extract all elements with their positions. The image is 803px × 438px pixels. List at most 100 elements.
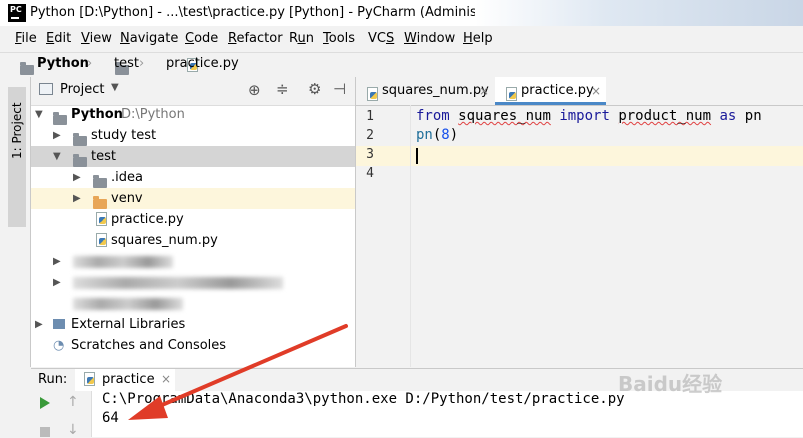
line-number: 3 xyxy=(366,147,374,162)
menu-help[interactable]: Help xyxy=(463,31,493,46)
line-number: 2 xyxy=(366,128,374,143)
menu-run[interactable]: Run xyxy=(289,31,314,46)
folder-icon xyxy=(93,196,107,209)
project-tool-tab[interactable]: 1: Project xyxy=(8,87,26,227)
tree-item-venv[interactable]: ▶ venv xyxy=(31,188,355,209)
stop-icon[interactable] xyxy=(40,427,50,437)
line-number: 1 xyxy=(366,109,374,124)
tab-label: practice.py xyxy=(521,83,594,98)
hide-panel-icon[interactable]: ⊣ xyxy=(333,80,346,98)
folder-icon xyxy=(93,175,107,188)
breadcrumb-root[interactable]: Python xyxy=(37,56,89,71)
blurred-item xyxy=(73,256,173,268)
editor-tabs: squares_num.py × practice.py × xyxy=(356,77,803,106)
breadcrumb-file[interactable]: practice.py xyxy=(166,56,239,71)
chevron-right-icon[interactable]: ▶ xyxy=(35,314,43,335)
menu-file[interactable]: File xyxy=(15,31,37,46)
title-bar-background xyxy=(475,0,803,26)
tree-item-hidden[interactable]: ▶ xyxy=(31,272,355,293)
blurred-item xyxy=(73,298,183,310)
chevron-right-icon[interactable]: ▶ xyxy=(53,251,61,272)
tab-practice[interactable]: practice.py × xyxy=(495,77,606,105)
run-panel-label: Run: xyxy=(38,372,68,387)
close-icon[interactable]: × xyxy=(479,77,489,105)
tree-item-hidden xyxy=(31,293,355,314)
run-tab[interactable]: practice × xyxy=(75,369,175,391)
run-tab-label: practice xyxy=(102,372,155,387)
tree-item-practice[interactable]: practice.py xyxy=(31,209,355,230)
tab-squares-num[interactable]: squares_num.py × xyxy=(356,77,494,105)
tab-label: squares_num.py xyxy=(382,83,489,98)
tree-item-label: venv xyxy=(111,191,143,206)
breadcrumb: Python › test › practice.py xyxy=(0,52,803,78)
code-line-1[interactable]: from squares_num import product_num as p… xyxy=(416,108,762,124)
chevron-down-icon[interactable]: ▼ xyxy=(111,82,119,93)
arrow-up-icon[interactable]: ↑ xyxy=(67,394,79,410)
line-number: 4 xyxy=(366,166,374,181)
gear-icon[interactable]: ⚙ xyxy=(308,80,321,98)
close-icon[interactable]: × xyxy=(591,77,601,105)
breadcrumb-folder[interactable]: test xyxy=(114,56,139,71)
library-icon xyxy=(53,319,65,329)
tree-item-python-root[interactable]: ▼ Python D:\Python xyxy=(31,104,355,125)
locate-file-icon[interactable]: ⊕ xyxy=(248,81,261,99)
tree-item-label: .idea xyxy=(111,170,143,185)
tree-item-label: test xyxy=(91,149,116,164)
tree-item-label: Scratches and Consoles xyxy=(71,338,227,353)
tree-item-study-test[interactable]: ▶ study test xyxy=(31,125,355,146)
blurred-item xyxy=(73,277,283,289)
tree-item-scratches[interactable]: ◔ Scratches and Consoles xyxy=(31,335,355,356)
breadcrumb-separator: › xyxy=(139,56,145,71)
chevron-right-icon[interactable]: ▶ xyxy=(73,167,81,188)
code-line-2[interactable]: pn(8) xyxy=(416,127,458,143)
menu-refactor[interactable]: Refactor xyxy=(228,31,283,46)
breadcrumb-separator: › xyxy=(87,56,93,71)
tree-item-path: D:\Python xyxy=(121,107,185,122)
python-file-icon xyxy=(505,87,517,101)
project-view-icon xyxy=(39,83,53,95)
console-line: C:\ProgramData\Anaconda3\python.exe D:/P… xyxy=(102,391,625,407)
pycharm-logo-icon: PC xyxy=(8,4,26,22)
menu-tools[interactable]: Tools xyxy=(323,31,355,46)
text-cursor xyxy=(416,148,418,164)
chevron-down-icon[interactable]: ▼ xyxy=(53,146,61,167)
scratches-icon: ◔ xyxy=(53,338,65,353)
arrow-down-icon[interactable]: ↓ xyxy=(67,422,79,438)
close-icon[interactable]: × xyxy=(161,372,171,386)
tree-item-idea[interactable]: ▶ .idea xyxy=(31,167,355,188)
python-file-icon xyxy=(95,212,107,226)
menu-vcs[interactable]: VCS xyxy=(368,31,394,46)
window-title: Python [D:\Python] - ...\test\practice.p… xyxy=(30,5,519,20)
rerun-icon[interactable] xyxy=(40,397,50,409)
project-panel: Project ▼ ⊕ ≑ ⚙ ⊣ ▼ Python D:\Python ▶ s… xyxy=(31,77,356,367)
menu-view[interactable]: View xyxy=(81,31,112,46)
project-panel-header: Project ▼ ⊕ ≑ ⚙ ⊣ xyxy=(31,77,355,106)
left-tool-stripe: 1: Project xyxy=(0,77,31,367)
menu-window[interactable]: Window xyxy=(404,31,455,46)
tree-item-external-libraries[interactable]: ▶ External Libraries xyxy=(31,314,355,335)
chevron-down-icon[interactable]: ▼ xyxy=(35,104,43,125)
chevron-right-icon[interactable]: ▶ xyxy=(73,188,81,209)
project-view-selector[interactable]: Project xyxy=(60,82,104,97)
chevron-right-icon[interactable]: ▶ xyxy=(53,272,61,293)
tree-item-label: External Libraries xyxy=(71,317,186,332)
editor-gutter: 1 2 3 4 xyxy=(356,105,411,367)
menu-bar: File Edit View Navigate Code Refactor Ru… xyxy=(0,26,803,52)
tree-item-hidden[interactable]: ▶ xyxy=(31,251,355,272)
python-file-icon xyxy=(83,372,95,386)
collapse-all-icon[interactable]: ≑ xyxy=(276,80,289,98)
python-file-icon xyxy=(366,87,378,101)
menu-code[interactable]: Code xyxy=(185,31,218,46)
console-line: 64 xyxy=(102,410,119,426)
title-bar: PC Python [D:\Python] - ...\test\practic… xyxy=(0,0,803,26)
tree-item-squares-num[interactable]: squares_num.py xyxy=(31,230,355,251)
code-editor[interactable]: from squares_num import product_num as p… xyxy=(411,105,803,367)
tree-item-label: Python xyxy=(71,107,123,122)
python-file-icon xyxy=(95,233,107,247)
folder-icon xyxy=(53,112,67,125)
folder-icon xyxy=(73,154,87,167)
menu-edit[interactable]: Edit xyxy=(46,31,71,46)
menu-navigate[interactable]: Navigate xyxy=(120,31,178,46)
tree-item-test[interactable]: ▼ test xyxy=(31,146,355,167)
chevron-right-icon[interactable]: ▶ xyxy=(53,125,61,146)
